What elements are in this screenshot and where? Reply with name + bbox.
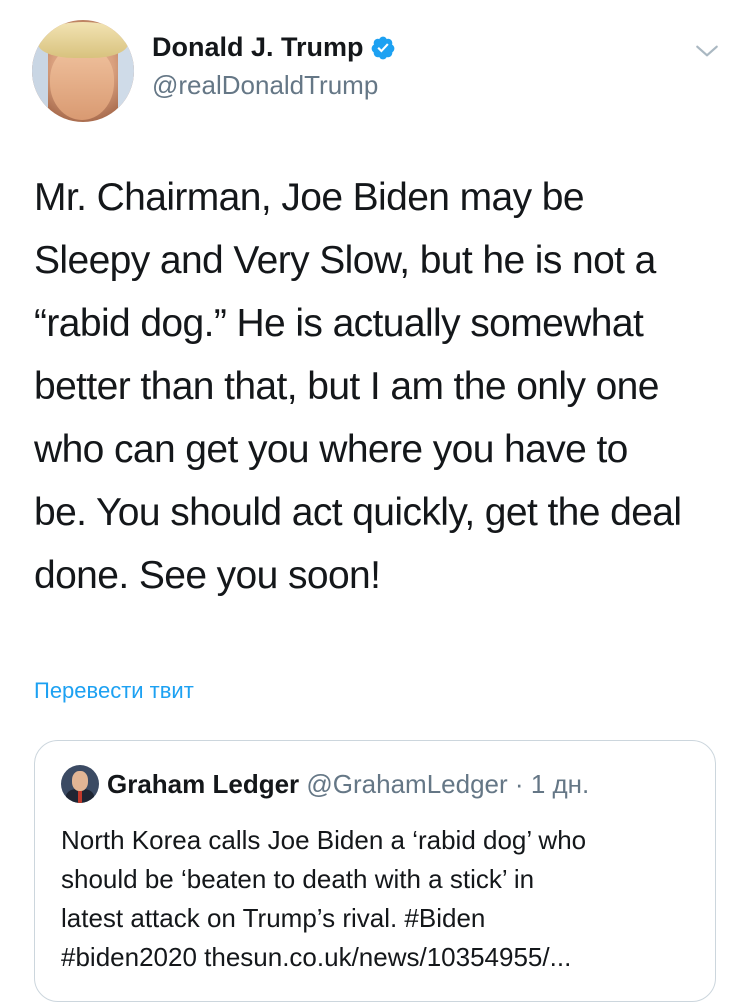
author-name[interactable]: Donald J. Trump xyxy=(152,32,364,63)
avatar-hair xyxy=(38,22,128,58)
quoted-author-name: Graham Ledger xyxy=(107,769,300,799)
quoted-tweet-age: 1 дн. xyxy=(530,769,590,799)
quoted-tweet-text: North Korea calls Joe Biden a ‘rabid dog… xyxy=(61,825,587,972)
quoted-separator: · xyxy=(514,769,524,799)
quoted-author-avatar xyxy=(61,765,99,803)
author-avatar[interactable] xyxy=(32,20,134,122)
chevron-down-icon[interactable] xyxy=(694,38,720,64)
avatar-tie xyxy=(78,791,82,803)
author-name-row[interactable]: Donald J. Trump xyxy=(152,32,396,63)
verified-badge-icon xyxy=(371,36,394,59)
quoted-author-handle: @GrahamLedger xyxy=(306,769,508,799)
tweet-text: Mr. Chairman, Joe Biden may be Sleepy an… xyxy=(34,176,682,597)
author-handle[interactable]: @realDonaldTrump xyxy=(152,70,378,101)
quoted-tweet-card[interactable]: Graham Ledger @GrahamLedger · 1 дн. Nort… xyxy=(34,740,716,1002)
translate-tweet-link[interactable]: Перевести твит xyxy=(34,678,194,704)
quoted-tweet-header: Graham Ledger @GrahamLedger · 1 дн. xyxy=(107,769,589,800)
avatar-face xyxy=(72,771,88,791)
